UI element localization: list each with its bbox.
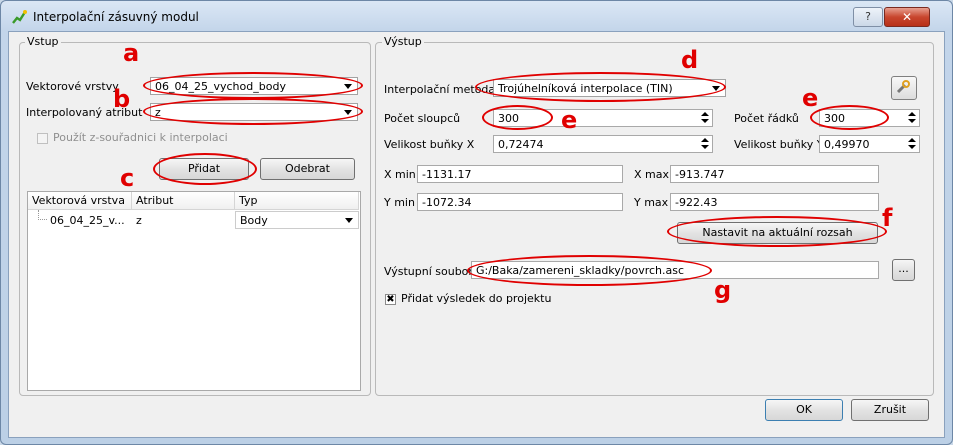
cancel-button[interactable]: Zrušit [851, 399, 929, 421]
annotation-letter-b: b [113, 85, 131, 113]
ymax-label: Y max [634, 196, 669, 209]
output-file-label: Výstupní soubor [384, 265, 473, 278]
annotation-letter-d: d [681, 46, 699, 74]
cell-size-x-label: Velikost buňky X [384, 138, 475, 151]
add-to-project-checkbox[interactable]: ✖ [385, 294, 396, 305]
annotation-ellipse-c [153, 153, 257, 185]
browse-button[interactable]: ... [892, 259, 915, 281]
xmax-input[interactable]: -913.747 [670, 165, 879, 183]
dialog-window: Interpolační zásuvný modul ? ✕ Vstup Vek… [0, 0, 953, 445]
add-to-project-label: Přidat výsledek do projektu [401, 292, 552, 305]
ymin-input[interactable]: -1072.34 [417, 193, 623, 211]
window-title: Interpolační zásuvný modul [33, 10, 199, 24]
annotation-letter-a: a [123, 39, 140, 67]
spin-arrows-icon[interactable] [699, 137, 711, 151]
cell-size-y-label: Velikost buňky Y [734, 138, 824, 151]
dialog-body: Vstup Vektorové vrstvy 06_04_25_vychod_b… [8, 31, 945, 438]
annotation-letter-g: g [714, 276, 732, 304]
input-layers-table: Vektorová vrstva Atribut Typ 06_04_25_v.… [27, 191, 361, 391]
spin-arrows-icon[interactable] [906, 111, 918, 125]
column-header-layer[interactable]: Vektorová vrstva [28, 192, 132, 210]
annotation-ellipse-e1 [482, 105, 553, 130]
spin-arrows-icon[interactable] [699, 111, 711, 125]
annotation-ellipse-d [475, 72, 726, 102]
annotation-letter-e2: e [802, 84, 819, 112]
help-icon: ? [865, 10, 871, 23]
rows-label: Počet řádků [734, 112, 799, 125]
use-z-checkbox[interactable] [37, 133, 48, 144]
annotation-ellipse-g [467, 255, 712, 286]
column-header-attribute[interactable]: Atribut [132, 192, 235, 210]
help-button[interactable]: ? [853, 7, 883, 27]
close-button[interactable]: ✕ [884, 7, 930, 27]
method-settings-button[interactable] [891, 76, 917, 100]
columns-label: Počet sloupců [384, 112, 461, 125]
column-header-type[interactable]: Typ [235, 192, 359, 210]
table-row-type: Body [240, 214, 268, 227]
ok-button[interactable]: OK [765, 399, 843, 421]
xmin-input[interactable]: -1131.17 [417, 165, 623, 183]
cell-size-x-spinbox[interactable]: 0,72474 [493, 135, 713, 153]
annotation-ellipse-b [143, 98, 363, 125]
table-row-type-combo[interactable]: Body [235, 211, 359, 229]
cell-size-y-value: 0,49970 [824, 138, 870, 151]
annotation-letter-f: f [882, 204, 893, 232]
ymin-label: Y min [384, 196, 415, 209]
wrench-icon [896, 80, 910, 94]
cell-size-y-spinbox[interactable]: 0,49970 [819, 135, 920, 153]
spin-arrows-icon[interactable] [906, 137, 918, 151]
annotation-ellipse-a [143, 72, 363, 99]
input-group-label: Vstup [25, 35, 61, 48]
cell-size-x-value: 0,72474 [498, 138, 544, 151]
table-row-attribute[interactable]: z [136, 214, 142, 227]
annotation-ellipse-f [667, 216, 887, 247]
ymax-input[interactable]: -922.43 [670, 193, 879, 211]
chevron-down-icon [345, 218, 353, 223]
annotation-letter-c: c [120, 164, 135, 192]
xmin-label: X min [384, 168, 416, 181]
annotation-letter-e1: e [561, 106, 578, 134]
remove-button[interactable]: Odebrat [260, 158, 355, 180]
output-group-label: Výstup [382, 35, 424, 48]
close-icon: ✕ [901, 10, 913, 24]
vector-layers-label: Vektorové vrstvy [26, 80, 119, 93]
annotation-ellipse-e2 [810, 105, 889, 130]
tree-branch-line [38, 210, 47, 220]
table-row-layer[interactable]: 06_04_25_v... [50, 214, 125, 227]
app-icon [11, 9, 27, 25]
use-z-label: Použít z-souřadnici k interpolaci [53, 131, 228, 144]
xmax-label: X max [634, 168, 669, 181]
